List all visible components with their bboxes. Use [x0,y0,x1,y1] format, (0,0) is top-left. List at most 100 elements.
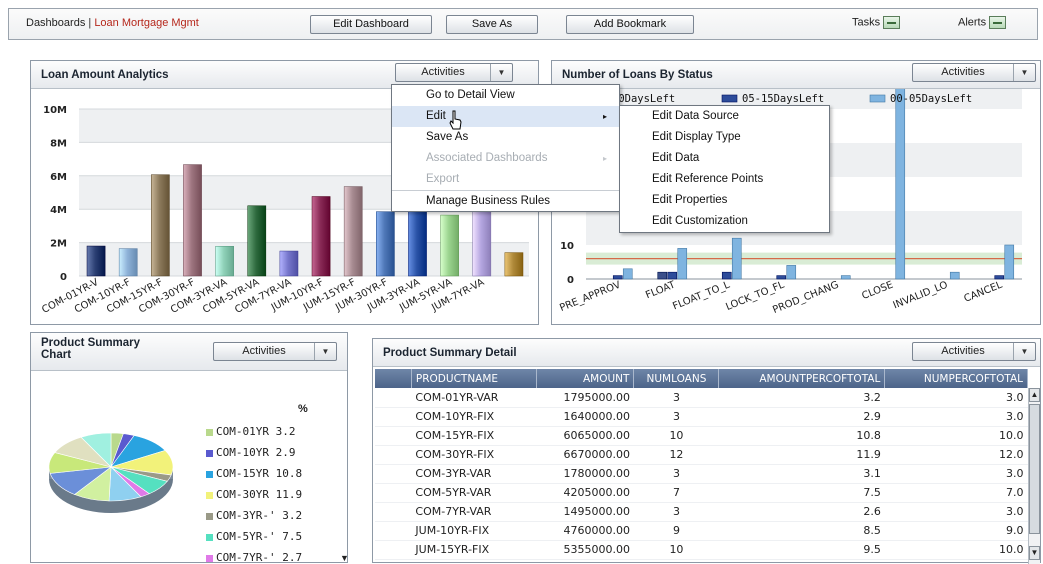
legend-swatch [721,94,738,103]
table-cell: 3.0 [884,407,1028,427]
menu-item-label: Manage Business Rules [426,195,551,207]
loan-activities-button[interactable]: Activities ▼ [395,63,513,82]
detail-activities-button[interactable]: Activities ▼ [912,342,1036,361]
table-row[interactable]: JUM-10YR-FIX 4760000.00 9 8.5 9.0 [375,521,1028,541]
status-activities-button[interactable]: Activities ▼ [912,63,1036,82]
bar [247,205,267,277]
row-selector[interactable] [375,388,412,408]
row-selector[interactable] [375,521,412,541]
bar [657,271,668,280]
menu-item-manage-business-rules[interactable]: Manage Business Rules [392,190,619,211]
menu-item-label: Associated Dashboards [426,152,548,164]
table-row[interactable]: COM-01YR-VAR 1795000.00 3 3.2 3.0 [375,388,1028,408]
table-cell: COM-10YR-FIX [411,407,537,427]
table-row[interactable]: COM-3YR-VAR 1780000.00 3 3.1 3.0 [375,464,1028,484]
column-header-numpercoftotal[interactable]: NUMPERCOFTOTAL [884,369,1028,388]
table-row[interactable]: COM-10YR-FIX 1640000.00 3 2.9 3.0 [375,407,1028,427]
scroll-down-icon[interactable]: ▼ [1029,546,1040,560]
edit-dashboard-button[interactable]: Edit Dashboard [310,15,432,34]
table-cell: COM-7YR-VAR [411,502,537,522]
table-cell: 7 [633,483,719,503]
submenu-item-edit-data[interactable]: Edit Data [620,148,829,169]
table-row[interactable]: COM-15YR-FIX 6065000.00 10 10.8 10.0 [375,426,1028,446]
column-header-amount[interactable]: AMOUNT [536,369,635,388]
table-cell: 7.5 [718,483,885,503]
panel-title: Product Summary Detail [383,347,517,359]
table-row[interactable]: COM-30YR-FIX 6670000.00 12 11.9 12.0 [375,445,1028,465]
chevron-down-icon[interactable]: ▼ [1013,64,1035,81]
table-cell: 3.2 [718,388,885,408]
row-selector[interactable] [375,426,412,446]
breadcrumb-current[interactable]: Loan Mortgage Mgmt [94,17,199,29]
column-header-amountpercoftotal[interactable]: AMOUNTPERCOFTOTAL [718,369,886,388]
row-selector[interactable] [375,407,412,427]
chevron-down-icon[interactable]: ▼ [1013,343,1035,360]
chevron-down-icon[interactable]: ▼ [490,64,512,81]
menu-item-go-to-detail-view[interactable]: Go to Detail View [392,85,619,106]
table-cell: 10 [633,540,719,560]
table-cell: 1495000.00 [536,502,634,522]
submenu-item-edit-reference-points[interactable]: Edit Reference Points [620,169,829,190]
scroll-thumb[interactable] [1029,404,1040,534]
submenu-arrow-icon: ▸ [602,154,607,163]
legend-label: COM-15YR [216,467,276,480]
submenu-item-edit-data-source[interactable]: Edit Data Source [620,106,829,127]
x-tick-label: FLOAT [644,279,678,301]
table-row[interactable]: JUM-15YR-FIX 5355000.00 10 9.5 10.0 [375,540,1028,560]
legend-label: COM-01YR [216,425,276,438]
column-header-numloans[interactable]: NUMLOANS [633,369,720,388]
add-bookmark-button[interactable]: Add Bookmark [566,15,694,34]
bar [622,268,633,280]
menu-item-associated-dashboards: Associated Dashboards ▸ [392,148,619,169]
submenu-item-edit-properties[interactable]: Edit Properties [620,190,829,211]
scroll-down-icon[interactable]: ▼ [340,553,349,563]
column-header-productname[interactable]: PRODUCTNAME [411,369,538,388]
legend-label: COM-5YR-' [216,530,283,543]
pie-legend-item: COM-3YR-' 3.2 [206,509,302,522]
legend-swatch [206,428,213,436]
x-tick-label: CLOSE [860,280,894,302]
table-cell: 7.0 [884,483,1028,503]
breadcrumb-dashboards[interactable]: Dashboards [26,17,85,29]
y-tick-label: 10M [43,105,67,116]
x-tick-label: FLOAT_TO_L [671,279,732,312]
pie-legend-item: COM-30YR 11.9 [206,488,302,501]
tasks-control[interactable]: Tasks [852,16,901,29]
table-cell: 3.0 [884,464,1028,484]
row-selector[interactable] [375,502,412,522]
menu-item-label: Edit [426,110,446,122]
row-selector[interactable] [375,540,412,560]
menu-item-save-as[interactable]: Save As [392,127,619,148]
submenu-item-edit-display-type[interactable]: Edit Display Type [620,127,829,148]
table-cell: 12 [633,445,719,465]
alerts-control[interactable]: Alerts [958,16,1007,29]
table-cell: COM-3YR-VAR [411,464,537,484]
alerts-icon[interactable] [989,16,1007,29]
menu-item-edit[interactable]: Edit ▸ [392,106,619,127]
table-cell: 4760000.00 [536,521,634,541]
table-row[interactable]: COM-5YR-VAR 4205000.00 7 7.5 7.0 [375,483,1028,503]
table-cell: 1640000.00 [536,407,634,427]
pie-legend-item: COM-7YR-' 2.7 [206,551,302,564]
row-selector-header [375,369,412,388]
hand-cursor-icon [449,110,462,130]
scroll-up-icon[interactable]: ▲ [1029,388,1040,402]
save-as-button[interactable]: Save As [446,15,538,34]
table-row[interactable]: COM-7YR-VAR 1495000.00 3 2.6 3.0 [375,502,1028,522]
row-selector[interactable] [375,483,412,503]
product-summary-table: PRODUCTNAME AMOUNT NUMLOANS AMOUNTPERCOFTOT… [375,369,1028,560]
row-selector[interactable] [375,445,412,465]
table-cell: 5355000.00 [536,540,634,560]
summary-chart-activities-button[interactable]: Activities ▼ [213,342,337,361]
submenu-item-edit-customization[interactable]: Edit Customization [620,211,829,232]
bar [612,275,623,280]
table-scrollbar[interactable]: ▲ ▼ [1028,388,1040,564]
row-selector[interactable] [375,464,412,484]
tasks-icon[interactable] [883,16,901,29]
edit-submenu: Edit Data Source Edit Display Type Edit Da… [619,105,830,233]
table-cell: 12.0 [884,445,1028,465]
chevron-down-icon[interactable]: ▼ [314,343,336,360]
panel-title: Number of Loans By Status [562,69,713,81]
alerts-label: Alerts [958,16,987,29]
product-summary-pie [48,432,174,513]
